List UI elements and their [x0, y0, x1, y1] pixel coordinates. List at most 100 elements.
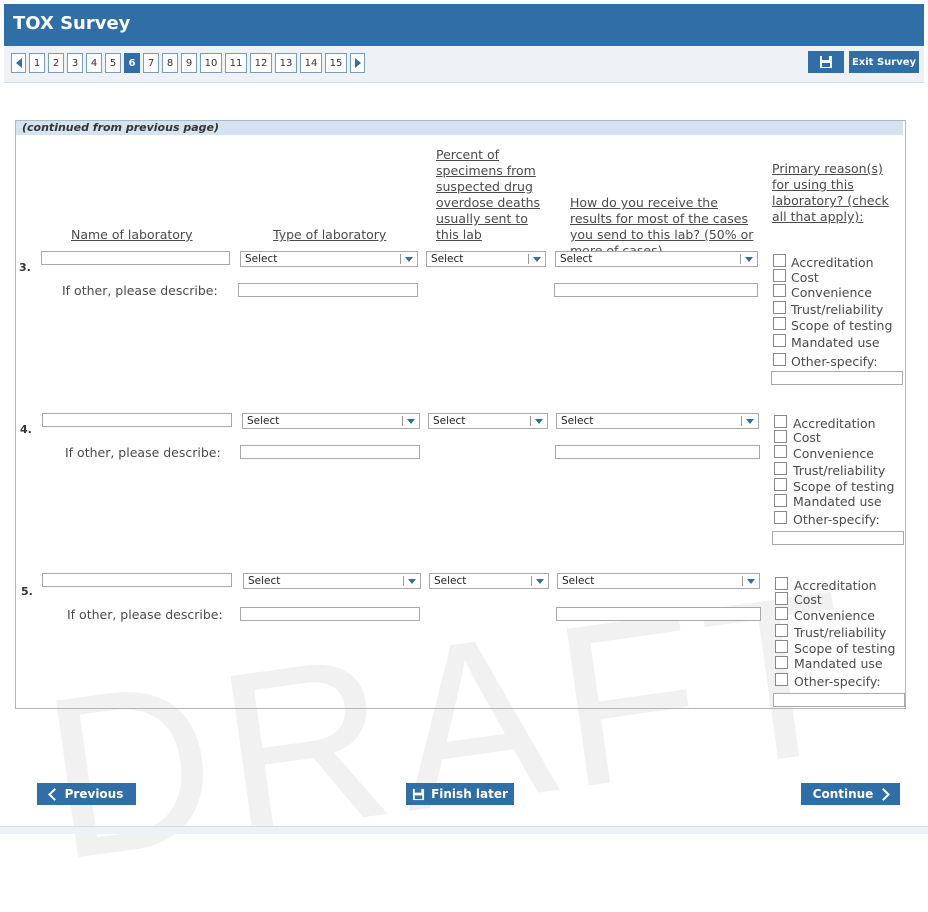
reason-label: Cost: [791, 270, 819, 285]
dropdown-arrow-icon: [741, 416, 756, 426]
page-link-6-current[interactable]: 6: [124, 53, 140, 73]
page-link-8[interactable]: 8: [162, 53, 178, 73]
page-link-12[interactable]: 12: [250, 53, 272, 73]
page-link-7[interactable]: 7: [143, 53, 159, 73]
row-number: 4.: [20, 423, 32, 436]
lab-name-input[interactable]: [41, 251, 230, 265]
checkbox-scope-of-testing[interactable]: [773, 317, 786, 330]
percent-select[interactable]: Select: [429, 573, 549, 589]
row-number: 3.: [19, 261, 31, 274]
percent-value: Select: [431, 253, 464, 265]
lab-type-other-input[interactable]: [240, 445, 420, 459]
percent-value: Select: [433, 415, 466, 427]
lab-type-select[interactable]: Select: [243, 573, 421, 589]
column-header-reasons: Primary reason(s) for using this laborat…: [772, 161, 889, 224]
checkbox-convenience[interactable]: [773, 284, 786, 297]
lab-type-other-input[interactable]: [238, 283, 418, 297]
percent-select[interactable]: Select: [428, 413, 548, 429]
page-link-13[interactable]: 13: [275, 53, 297, 73]
receive-other-input[interactable]: [554, 283, 758, 297]
finish-later-label: Finish later: [431, 787, 508, 801]
reason-label: Scope of testing: [793, 479, 895, 494]
page-link-15[interactable]: 15: [325, 53, 347, 73]
dropdown-arrow-icon: [528, 254, 543, 264]
checkbox-cost[interactable]: [775, 592, 788, 605]
finish-later-button[interactable]: Finish later: [406, 783, 514, 805]
save-button[interactable]: [808, 51, 844, 73]
checkbox-mandated-use[interactable]: [774, 494, 787, 507]
reason-label: Cost: [794, 592, 822, 607]
checkbox-mandated-use[interactable]: [775, 656, 788, 669]
other-describe-label: If other, please describe:: [67, 607, 223, 622]
other-specify-input[interactable]: [773, 693, 905, 707]
checkbox-accreditation[interactable]: [774, 415, 787, 428]
lab-type-select[interactable]: Select: [240, 251, 418, 267]
lab-type-other-input[interactable]: [240, 607, 420, 621]
checkbox-mandated-use[interactable]: [773, 334, 786, 347]
checkbox-other-specify[interactable]: [775, 673, 788, 686]
checkbox-scope-of-testing[interactable]: [774, 478, 787, 491]
checkbox-accreditation[interactable]: [775, 577, 788, 590]
receive-value: Select: [561, 415, 594, 427]
lab-name-input[interactable]: [42, 573, 232, 587]
page-link-1[interactable]: 1: [29, 53, 45, 73]
checkbox-other-specify[interactable]: [774, 511, 787, 524]
reason-label: Scope of testing: [791, 318, 893, 333]
dropdown-arrow-icon: [742, 576, 757, 586]
next-page-arrow-icon[interactable]: [350, 53, 365, 73]
previous-button[interactable]: Previous: [37, 783, 136, 805]
reason-label: Accreditation: [794, 578, 877, 593]
percent-value: Select: [434, 575, 467, 587]
receive-results-select[interactable]: Select: [556, 413, 759, 429]
page-link-14[interactable]: 14: [300, 53, 322, 73]
reason-label: Accreditation: [791, 255, 874, 270]
receive-other-input[interactable]: [556, 607, 761, 621]
receive-results-select[interactable]: Select: [555, 251, 758, 267]
checkbox-cost[interactable]: [774, 430, 787, 443]
column-header-type: Type of laboratory: [273, 227, 387, 242]
checkbox-convenience[interactable]: [774, 445, 787, 458]
reason-label: Mandated use: [791, 335, 880, 350]
reason-label: Mandated use: [794, 656, 883, 671]
other-specify-input[interactable]: [771, 371, 903, 385]
chevron-right-icon: [877, 787, 891, 801]
checkbox-other-specify[interactable]: [773, 353, 786, 366]
previous-label: Previous: [64, 787, 124, 801]
reason-label: Cost: [793, 430, 821, 445]
continue-button[interactable]: Continue: [801, 783, 900, 805]
page-link-11[interactable]: 11: [225, 53, 247, 73]
reason-label: Accreditation: [793, 416, 876, 431]
navigation-bar: 1 2 3 4 5 6 7 8 9 10 11 12 13 14 15 Exit…: [4, 46, 924, 83]
column-header-receive: How do you receive the results for most …: [570, 195, 754, 258]
checkbox-trust-reliability[interactable]: [773, 301, 786, 314]
page-link-3[interactable]: 3: [67, 53, 83, 73]
checkbox-trust-reliability[interactable]: [775, 624, 788, 637]
dropdown-arrow-icon: [400, 254, 415, 264]
percent-select[interactable]: Select: [426, 251, 546, 267]
other-specify-input[interactable]: [772, 531, 904, 545]
page-link-2[interactable]: 2: [48, 53, 64, 73]
reason-label: Trust/reliability: [794, 625, 887, 640]
checkbox-cost[interactable]: [773, 269, 786, 282]
app-title: TOX Survey: [13, 13, 131, 34]
previous-page-arrow-icon[interactable]: [11, 53, 26, 73]
receive-value: Select: [560, 253, 593, 265]
receive-results-select[interactable]: Select: [557, 573, 760, 589]
page-link-9[interactable]: 9: [181, 53, 197, 73]
exit-survey-button[interactable]: Exit Survey: [849, 51, 919, 73]
dropdown-arrow-icon: [402, 416, 417, 426]
lab-type-select[interactable]: Select: [242, 413, 420, 429]
checkbox-accreditation[interactable]: [773, 254, 786, 267]
column-header-percent: Percent of specimens from suspected drug…: [436, 147, 541, 242]
dropdown-arrow-icon: [403, 576, 418, 586]
checkbox-trust-reliability[interactable]: [774, 462, 787, 475]
lab-type-value: Select: [245, 253, 278, 265]
receive-other-input[interactable]: [555, 445, 760, 459]
dropdown-arrow-icon: [740, 254, 755, 264]
page-link-5[interactable]: 5: [105, 53, 121, 73]
page-link-4[interactable]: 4: [86, 53, 102, 73]
lab-name-input[interactable]: [42, 413, 232, 427]
page-link-10[interactable]: 10: [200, 53, 222, 73]
checkbox-scope-of-testing[interactable]: [775, 640, 788, 653]
checkbox-convenience[interactable]: [775, 607, 788, 620]
